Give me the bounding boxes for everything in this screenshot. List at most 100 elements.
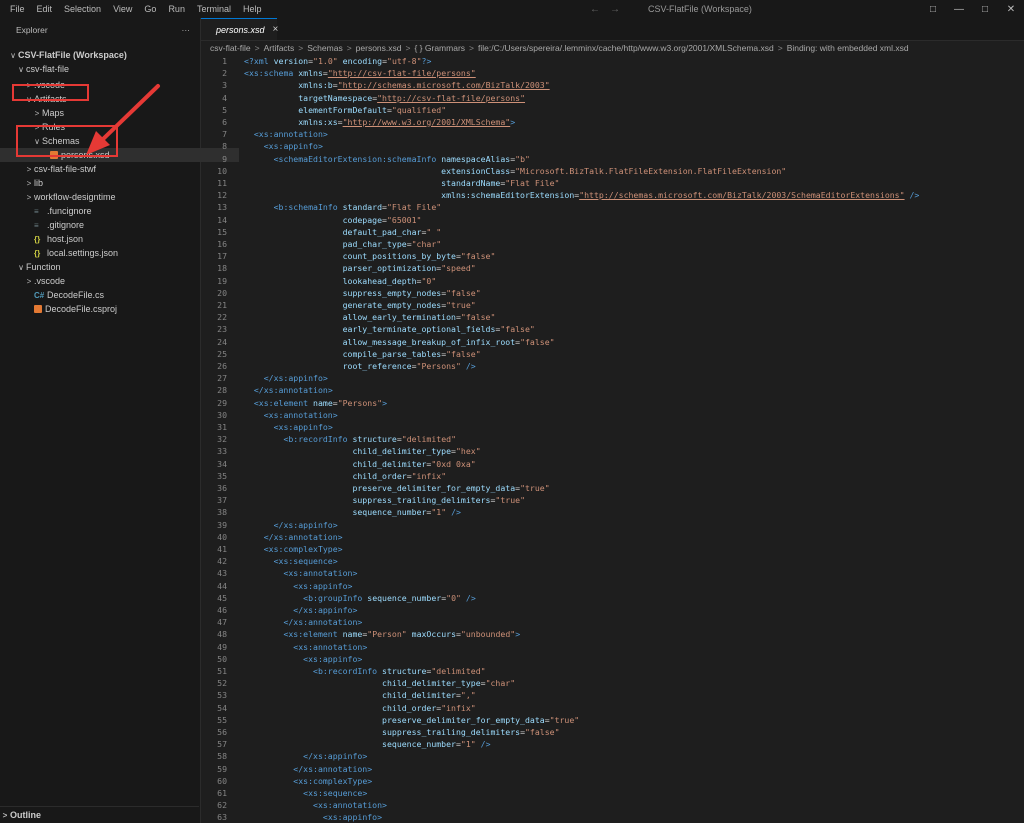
code-line: 9 <schemaEditorExtension:schemaInfo name…: [201, 153, 1024, 165]
code-text: generate_empty_nodes="true": [342, 300, 476, 310]
code-text: elementFormDefault="qualified": [298, 104, 447, 115]
code-line: 52 child_delimiter_type="char": [201, 677, 1024, 689]
code-text: <xs:appinfo>: [293, 580, 353, 591]
line-number: 35: [217, 470, 227, 481]
code-line: 10 extensionClass="Microsoft.BizTalk.Fla…: [201, 165, 1024, 177]
line-number: 25: [217, 348, 227, 359]
code-line: 19 lookahead_depth="0": [201, 275, 1024, 287]
code-text: </xs:appinfo>: [303, 751, 368, 762]
code-line: 32 <b:recordInfo structure="delimited": [201, 433, 1024, 445]
code-text: allow_early_termination="false": [342, 312, 496, 323]
code-text: sequence_number="1" />: [382, 739, 491, 750]
line-number: 32: [217, 434, 227, 445]
code-line: 3 xmlns:b="http://schemas.microsoft.com/…: [201, 79, 1024, 91]
breadcrumb-item[interactable]: Binding: with embedded xml.xsd: [787, 43, 909, 53]
line-number: 54: [217, 702, 227, 713]
breadcrumb: csv-flat-file > Artifacts > Schemas > persons.…: [210, 41, 909, 55]
code-text: default_pad_char=" ": [342, 226, 442, 237]
code-text: <xs:appinfo>: [303, 653, 363, 664]
breadcrumb-item[interactable]: Artifacts: [264, 43, 295, 53]
breadcrumb-item[interactable]: file:/C:/Users/spereira/.lemminx/cache/h…: [478, 43, 774, 53]
code-text: <xs:appinfo>: [322, 812, 383, 823]
tab-label: persons.xsd: [216, 24, 265, 35]
code-text: <xs:complexType>: [263, 544, 343, 554]
code-line: 54 child_order="infix": [201, 702, 1024, 714]
line-number: 12: [217, 190, 227, 201]
code-line: 44 <xs:appinfo>: [201, 580, 1024, 592]
line-number: 5: [222, 104, 227, 115]
line-number: 47: [217, 617, 227, 628]
code-line: 48 <xs:element name="Person" maxOccurs="…: [201, 628, 1024, 640]
line-number: 22: [217, 312, 227, 323]
line-number: 6: [222, 117, 227, 127]
tab-persons-xsd[interactable]: persons.xsd ×: [201, 18, 279, 40]
code-line: 2 <xs:schema xmlns="http://csv-flat-file/…: [201, 67, 1024, 79]
breadcrumb-separator-icon: >: [254, 43, 260, 53]
line-number: 24: [217, 336, 227, 347]
code-text: early_terminate_optional_fields="false": [342, 324, 535, 335]
code-line: 22 allow_early_termination="false": [201, 311, 1024, 323]
line-number: 60: [217, 775, 227, 786]
code-line: 51 <b:recordInfo structure="delimited": [201, 665, 1024, 677]
line-number: 62: [217, 800, 227, 811]
code-line: 45 <b:groupInfo sequence_number="0" />: [201, 592, 1024, 604]
line-number: 59: [217, 763, 227, 774]
code-text: child_delimiter_type="char": [382, 678, 516, 689]
line-number: 39: [217, 519, 227, 530]
code-line: 39 </xs:appinfo>: [201, 519, 1024, 531]
code-text: <?xml version="1.0" encoding="utf-8"?>: [244, 56, 432, 66]
breadcrumb-item[interactable]: Schemas: [307, 43, 342, 53]
line-number: 27: [217, 373, 227, 384]
line-number: 7: [222, 129, 227, 140]
line-number: 1: [222, 56, 227, 66]
code-line: 57 sequence_number="1" />: [201, 738, 1024, 750]
code-text: xmlns:xs="http://www.w3.org/2001/XMLSche…: [298, 117, 516, 127]
line-number: 4: [222, 92, 227, 103]
code-line: 25 compile_parse_tables="false": [201, 348, 1024, 360]
code-line: 61 <xs:sequence>: [201, 787, 1024, 799]
code-line: 58 </xs:appinfo>: [201, 750, 1024, 762]
line-number: 55: [217, 714, 227, 725]
breadcrumb-separator-icon: >: [405, 43, 411, 53]
code-line: 42 <xs:sequence>: [201, 555, 1024, 567]
code-line: 20 suppress_empty_nodes="false": [201, 287, 1024, 299]
line-number: 29: [217, 397, 227, 408]
code-text: <xs:element name="Person" maxOccurs="unb…: [283, 629, 521, 640]
code-text: child_order="infix": [352, 470, 447, 481]
code-text: <xs:schema xmlns="http://csv-flat-file/p…: [244, 68, 476, 79]
code-line: 18 parser_optimization="speed": [201, 262, 1024, 274]
line-number: 14: [217, 214, 227, 225]
code-text: suppress_trailing_delimiters="true": [352, 495, 525, 506]
code-text: lookahead_depth="0": [342, 275, 437, 286]
code-line: 21 generate_empty_nodes="true": [201, 299, 1024, 311]
code-text: standardName="Flat File": [441, 178, 560, 188]
line-number: 50: [217, 653, 227, 664]
code-line: 23 early_terminate_optional_fields="fals…: [201, 323, 1024, 335]
breadcrumb-separator-icon: >: [346, 43, 352, 53]
code-line: 26 root_reference="Persons" />: [201, 360, 1024, 372]
code-line: 6 xmlns:xs="http://www.w3.org/2001/XMLSc…: [201, 116, 1024, 128]
line-number: 56: [217, 727, 227, 737]
code-line: 15 default_pad_char=" ": [201, 226, 1024, 238]
code-line: 11 standardName="Flat File": [201, 177, 1024, 189]
line-number: 42: [217, 556, 227, 567]
code-line: 33 child_delimiter_type="hex": [201, 445, 1024, 457]
close-tab-icon[interactable]: ×: [273, 24, 279, 35]
code-editor[interactable]: 1 <?xml version="1.0" encoding="utf-8"?> 2…: [201, 55, 1024, 823]
line-number: 17: [217, 251, 227, 262]
code-line: 8 <xs:appinfo>: [201, 140, 1024, 152]
line-number: 15: [217, 226, 227, 237]
breadcrumb-item[interactable]: csv-flat-file: [210, 43, 251, 53]
line-number: 16: [217, 239, 227, 249]
code-line: 47 </xs:annotation>: [201, 616, 1024, 628]
breadcrumb-item[interactable]: persons.xsd: [356, 43, 402, 53]
code-text: xmlns:schemaEditorExtension="http://sche…: [441, 190, 920, 201]
code-line: 24 allow_message_breakup_of_infix_root="…: [201, 336, 1024, 348]
code-line: 59 </xs:annotation>: [201, 763, 1024, 775]
breadcrumb-item[interactable]: { } Grammars: [414, 43, 465, 53]
code-text: </xs:annotation>: [263, 531, 343, 542]
code-line: 55 preserve_delimiter_for_empty_data="tr…: [201, 714, 1024, 726]
code-text: xmlns:b="http://schemas.microsoft.com/Bi…: [298, 80, 550, 91]
code-line: 41 <xs:complexType>: [201, 543, 1024, 555]
code-line: 17 count_positions_by_byte="false": [201, 250, 1024, 262]
